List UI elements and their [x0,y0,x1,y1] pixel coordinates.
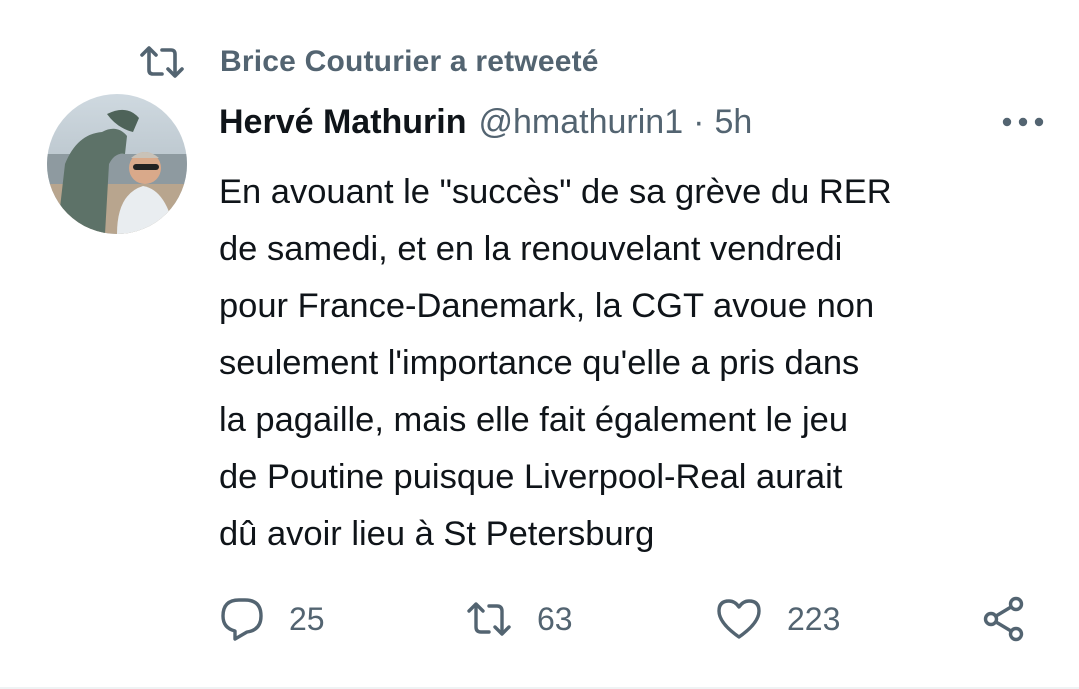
retweet-count: 63 [537,600,573,637]
like-button[interactable]: 223 [715,594,840,644]
tweet-header: Hervé Mathurin @hmathurin1 · 5h [219,96,1039,148]
retweet-context-label[interactable]: Brice Couturier a retweeté [220,45,599,79]
share-button[interactable] [981,594,1027,644]
retweet-icon [138,42,186,82]
share-icon [981,596,1027,642]
retweet-context: Brice Couturier a retweeté [138,40,599,84]
reply-button[interactable]: 25 [219,594,325,644]
like-count: 223 [787,600,841,637]
display-name[interactable]: Hervé Mathurin [219,103,467,142]
avatar-photo [47,94,187,234]
tweet-actions: 25 63 223 [219,594,1039,644]
more-options-icon [1002,117,1044,127]
reply-count: 25 [289,600,325,637]
more-options-button[interactable] [995,100,1051,144]
heart-icon [715,597,763,641]
reply-icon [219,596,265,642]
tweet-card[interactable]: Brice Couturier a retweeté Hervé Mathuri… [0,0,1079,689]
retweet-icon [465,599,513,639]
tweet-text: En avouant le "succès" de sa grève du RE… [219,173,892,553]
timestamp[interactable]: 5h [714,103,752,142]
avatar[interactable] [47,94,187,234]
header-separator: · [693,102,705,141]
retweet-button[interactable]: 63 [465,594,573,644]
user-handle[interactable]: @hmathurin1 [479,103,684,142]
tweet-body: Hervé Mathurin @hmathurin1 · 5h En avoua… [219,96,1044,563]
